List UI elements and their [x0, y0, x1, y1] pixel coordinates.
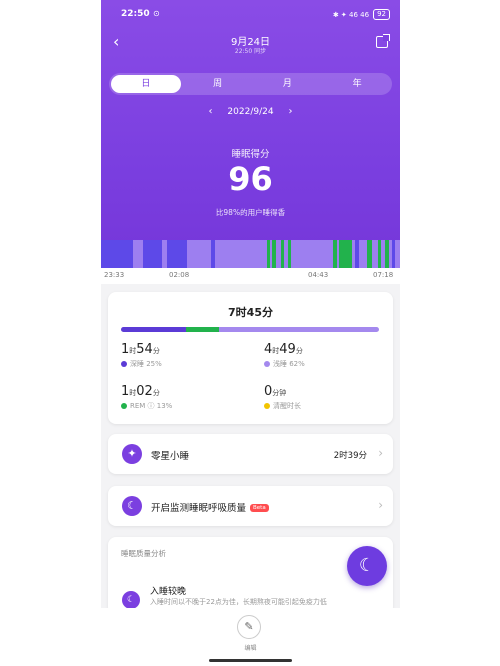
prev-date-button[interactable]: ‹: [197, 106, 225, 117]
stage-block: [378, 240, 381, 268]
sleep-stage-timeline[interactable]: [101, 240, 400, 268]
total-sleep: 7时45分: [228, 306, 273, 319]
stat-minute-unit: 分: [295, 347, 303, 355]
awake-dot: [264, 403, 270, 409]
stage-block: [143, 240, 162, 268]
moon-icon: ☾: [122, 591, 140, 609]
stage-block: [211, 240, 215, 268]
deep-sleep-stat: 1时54分 深睡 25%: [121, 342, 241, 369]
battery-icon: 92: [373, 9, 390, 20]
sleep-summary-card: 7时45分 1时54分 深睡 25% 4时49分 浅睡 62% 1时02分 RE…: [108, 292, 393, 424]
stat-label: REM ⓘ 13%: [130, 402, 173, 410]
stage-block: [101, 240, 133, 268]
analysis-item-desc: 入睡时间以不晚于22点为佳，长期熬夜可能引起免疫力低: [150, 598, 327, 606]
stage-proportion-bar: [121, 327, 379, 332]
stat-label: 深睡 25%: [130, 360, 162, 368]
date-navigator: ‹ 2022/9/24 ›: [101, 106, 400, 117]
nap-card[interactable]: ✦ 零星小睡 2时39分 ›: [108, 434, 393, 474]
stage-block: [355, 240, 359, 268]
score-label: 睡眠得分: [231, 149, 270, 160]
stage-block: [367, 240, 372, 268]
time-tick: 04:43: [308, 271, 329, 279]
breath-title-text: 开启监测睡眠呼吸质量: [151, 503, 247, 514]
breath-icon: ☾: [122, 496, 142, 516]
stat-minute-unit: 分: [152, 347, 160, 355]
edit-label: 编辑: [244, 645, 257, 652]
bottom-bar: ✎ 编辑: [101, 608, 400, 666]
time-tick: 23:33: [104, 271, 125, 279]
status-time: 22:50: [121, 9, 150, 19]
light-sleep-stat: 4时49分 浅睡 62%: [264, 342, 384, 369]
light-share: [219, 327, 379, 332]
period-tabs: 日 周 月 年: [109, 73, 392, 95]
stat-label: 清醒时长: [273, 402, 301, 410]
deep-share: [121, 327, 186, 332]
status-icons-text: ✱ ✦ 46 46: [332, 10, 370, 19]
chevron-right-icon: ›: [378, 446, 383, 460]
tab-month[interactable]: 月: [253, 73, 323, 95]
stat-minutes: 02: [136, 384, 153, 399]
sleep-music-fab[interactable]: ☾: [347, 546, 387, 586]
stage-block: [288, 240, 291, 268]
phone-screen: 22:50 ⊙ ✱ ✦ 46 46 92 ‹ 9月24日 22:50 同步 日 …: [101, 0, 400, 666]
sleep-score: 96: [228, 160, 273, 198]
notification-icon: ⊙: [153, 9, 160, 18]
rem-dot: [121, 403, 127, 409]
awake-stat: 0分钟 清醒时长: [264, 384, 384, 411]
time-tick: 02:08: [169, 271, 190, 279]
tab-week[interactable]: 周: [183, 73, 253, 95]
deep-dot: [121, 361, 127, 367]
stat-minutes: 49: [279, 342, 296, 357]
breath-title: 开启监测睡眠呼吸质量 Beta: [151, 500, 269, 514]
stat-minutes: 54: [136, 342, 153, 357]
stage-block: [272, 240, 276, 268]
stage-block: [385, 240, 389, 268]
time-axis: 23:33 02:08 04:43 07:18: [101, 268, 400, 284]
stage-block: [392, 240, 395, 268]
stat-hour-unit: 分钟: [272, 389, 287, 397]
stat-label: 浅睡 62%: [273, 360, 305, 368]
stat-minute-unit: 分: [152, 389, 160, 397]
status-bar: 22:50 ⊙ ✱ ✦ 46 46 92: [101, 6, 400, 24]
stage-block: [267, 240, 270, 268]
sparkle-icon: ✦: [122, 444, 142, 464]
sleep-header: 22:50 ⊙ ✱ ✦ 46 46 92 ‹ 9月24日 22:50 同步 日 …: [101, 0, 400, 268]
stage-block: [167, 240, 187, 268]
status-icons: ✱ ✦ 46 46 92: [333, 9, 390, 20]
nap-duration: 2时39分: [333, 451, 367, 461]
tab-day[interactable]: 日: [111, 75, 181, 93]
score-comparison: 比98%的用户睡得香: [215, 208, 286, 217]
stage-block: [333, 240, 337, 268]
analysis-item-title: 入睡较晚: [150, 587, 187, 597]
light-dot: [264, 361, 270, 367]
edit-icon[interactable]: ✎: [237, 615, 261, 639]
beta-badge: Beta: [250, 504, 269, 512]
next-date-button[interactable]: ›: [276, 106, 304, 117]
time-tick: 07:18: [373, 271, 394, 279]
sync-time: 22:50 同步: [234, 48, 267, 55]
stage-block: [281, 240, 284, 268]
rem-share: [185, 327, 220, 332]
share-icon[interactable]: [376, 34, 390, 48]
nap-title: 零星小睡: [151, 451, 190, 462]
home-indicator: [209, 659, 292, 662]
rem-sleep-stat[interactable]: 1时02分 REM ⓘ 13%: [121, 384, 241, 411]
stage-block: [135, 240, 140, 268]
tab-year[interactable]: 年: [322, 73, 392, 95]
chevron-right-icon: ›: [378, 498, 383, 512]
stage-block: [339, 240, 352, 268]
current-date: 2022/9/24: [227, 107, 274, 117]
analysis-heading: 睡眠质量分析: [121, 549, 166, 558]
breath-monitor-card[interactable]: ☾ 开启监测睡眠呼吸质量 Beta ›: [108, 486, 393, 526]
